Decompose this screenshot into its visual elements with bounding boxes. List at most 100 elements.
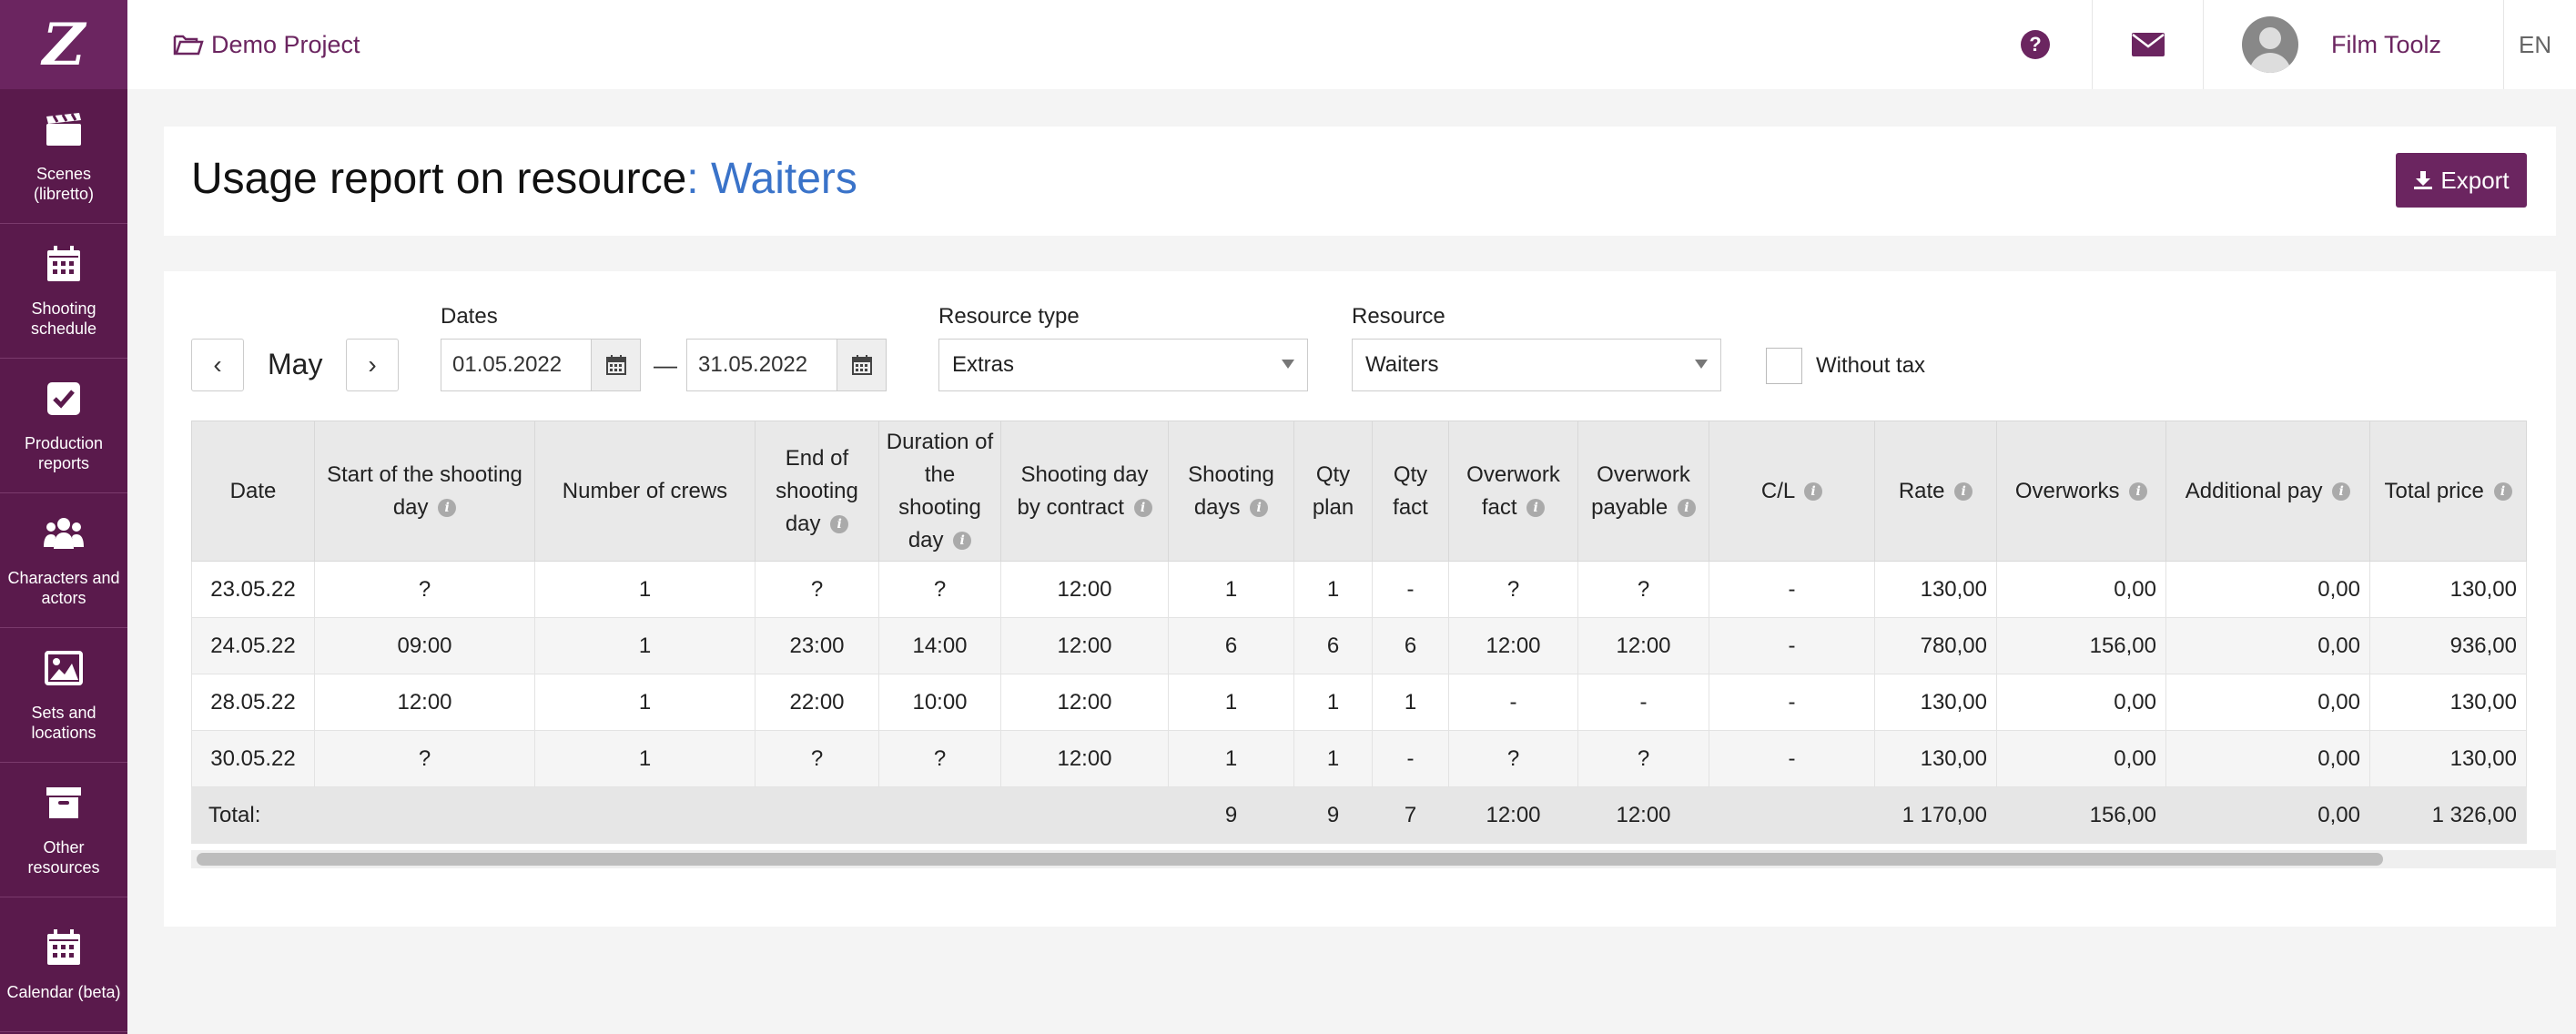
logo[interactable]: Z <box>0 0 127 89</box>
col-header: Duration of the shooting day i <box>878 421 1001 562</box>
col-header: End of shooting day i <box>755 421 879 562</box>
table-cell: 156,00 <box>1996 617 2166 674</box>
svg-text:?: ? <box>2029 33 2041 56</box>
info-icon[interactable]: i <box>1954 482 1973 502</box>
table-cell: 130,00 <box>2369 674 2527 731</box>
title-resource[interactable]: Waiters <box>711 155 857 203</box>
table-cell: 12:00 <box>1448 617 1578 674</box>
table-header-row: Date Start of the shooting day i Number … <box>191 421 2527 562</box>
sidebar-item-label: Scenes (libretto) <box>33 164 94 203</box>
folder-open-icon <box>173 35 204 56</box>
date-to-field[interactable]: 31.05.2022 <box>686 339 887 391</box>
resource-select[interactable]: Waiters <box>1352 339 1721 391</box>
sidebar-item-sets[interactable]: Sets and locations <box>0 628 127 763</box>
scrollbar-thumb[interactable] <box>197 853 2383 866</box>
table-cell: 0,00 <box>2165 561 2370 618</box>
table-cell: 0,00 <box>2165 617 2370 674</box>
table-cell: 130,00 <box>1874 674 1997 731</box>
table-cell: 0,00 <box>1996 730 2166 787</box>
table-cell: - <box>1577 674 1709 731</box>
sidebar-item-label: Characters and actors <box>7 568 120 607</box>
language-switch[interactable]: EN <box>2503 0 2576 89</box>
info-icon[interactable]: i <box>953 532 972 551</box>
table-cell: 0,00 <box>1996 561 2166 618</box>
table-cell: ? <box>755 561 879 618</box>
table-row: 23.05.22? 1?? 12:00 1 1-?? -130,00 0,00 0,00 130… <box>191 561 2527 618</box>
sidebar-item-other-resources[interactable]: Other resources <box>0 763 127 897</box>
sidebar-item-label: Other resources <box>27 837 100 877</box>
col-header: Total price i <box>2369 421 2527 562</box>
without-tax-label[interactable]: Without tax <box>1816 353 1925 379</box>
topbar: Demo Project ? Film Toolz EN <box>127 0 2576 89</box>
export-label: Export <box>2440 166 2510 194</box>
table-cell: ? <box>878 561 1001 618</box>
table-cell: 1 <box>534 617 756 674</box>
checkbox-icon <box>44 379 84 419</box>
table-cell: - <box>1709 730 1875 787</box>
table-cell: 12:00 <box>1000 730 1169 787</box>
sidebar-item-scenes[interactable]: Scenes (libretto) <box>0 89 127 224</box>
info-icon[interactable]: i <box>2493 482 2512 502</box>
topbar-right: ? Film Toolz EN <box>1979 0 2576 89</box>
table-cell: 1 <box>1293 561 1373 618</box>
table-cell: 1 <box>1168 561 1294 618</box>
prev-arrow-icon: ‹ <box>213 350 222 379</box>
info-icon[interactable]: i <box>2332 482 2351 502</box>
next-month-button[interactable]: › <box>346 339 399 391</box>
info-icon[interactable]: i <box>1677 499 1696 518</box>
help-icon: ? <box>2021 30 2050 59</box>
user-menu[interactable]: Film Toolz <box>2203 0 2503 89</box>
sidebar-item-production-reports[interactable]: Production reports <box>0 359 127 493</box>
table-cell: 0,00 <box>2165 730 2370 787</box>
table-cell: 6 <box>1168 617 1294 674</box>
table-cell: 12:00 <box>1000 617 1169 674</box>
sidebar-item-characters[interactable]: Characters and actors <box>0 493 127 628</box>
help-button[interactable]: ? <box>1979 0 2092 89</box>
project-link[interactable]: Demo Project <box>173 31 360 59</box>
calendar-icon[interactable] <box>837 340 886 390</box>
col-header: Date <box>191 421 315 562</box>
info-icon[interactable]: i <box>1526 499 1546 518</box>
messages-button[interactable] <box>2092 0 2203 89</box>
info-icon[interactable]: i <box>830 515 849 534</box>
col-header: Shooting days i <box>1168 421 1294 562</box>
total-cell <box>755 786 879 844</box>
table-row: 30.05.22? 1?? 12:00 1 1-?? -130,00 0,00 0,00 130… <box>191 730 2527 787</box>
total-cell: 1 170,00 <box>1874 786 1997 844</box>
sidebar-item-shooting-schedule[interactable]: Shooting schedule <box>0 224 127 359</box>
without-tax-checkbox[interactable] <box>1766 348 1802 384</box>
table-cell: 1 <box>1168 674 1294 731</box>
table-cell: 130,00 <box>2369 561 2527 618</box>
table-cell: 12:00 <box>1577 617 1709 674</box>
export-button[interactable]: Export <box>2396 153 2527 208</box>
resource-type-select[interactable]: Extras <box>938 339 1308 391</box>
table-cell: 30.05.22 <box>191 730 315 787</box>
table-cell: 24.05.22 <box>191 617 315 674</box>
sidebar-item-label: Shooting schedule <box>30 299 97 338</box>
total-cell <box>1000 786 1169 844</box>
info-icon[interactable]: i <box>1133 499 1152 518</box>
table-cell: 14:00 <box>878 617 1001 674</box>
report-header: Usage report on resource: Waiters Export <box>164 127 2556 236</box>
col-header: Shooting day by contract i <box>1000 421 1169 562</box>
info-icon[interactable]: i <box>2129 482 2148 502</box>
dates-label: Dates <box>441 304 498 329</box>
date-to-value: 31.05.2022 <box>698 352 808 377</box>
archive-icon <box>44 783 84 823</box>
table-cell: 130,00 <box>1874 561 1997 618</box>
prev-month-button[interactable]: ‹ <box>191 339 244 391</box>
calendar-icon[interactable] <box>591 340 640 390</box>
date-from-field[interactable]: 01.05.2022 <box>441 339 641 391</box>
total-cell: 12:00 <box>1577 786 1709 844</box>
table-cell: 1 <box>1372 674 1449 731</box>
table-cell: 12:00 <box>1000 561 1169 618</box>
info-icon[interactable]: i <box>1804 482 1823 502</box>
download-icon <box>2414 171 2433 189</box>
info-icon[interactable]: i <box>1250 499 1269 518</box>
horizontal-scrollbar[interactable] <box>191 850 2556 868</box>
page-title: Usage report on resource: Waiters <box>191 154 857 204</box>
next-arrow-icon: › <box>368 350 377 379</box>
sidebar-item-calendar[interactable]: Calendar (beta) <box>0 897 127 1032</box>
table-cell: - <box>1448 674 1578 731</box>
info-icon[interactable]: i <box>438 499 457 518</box>
